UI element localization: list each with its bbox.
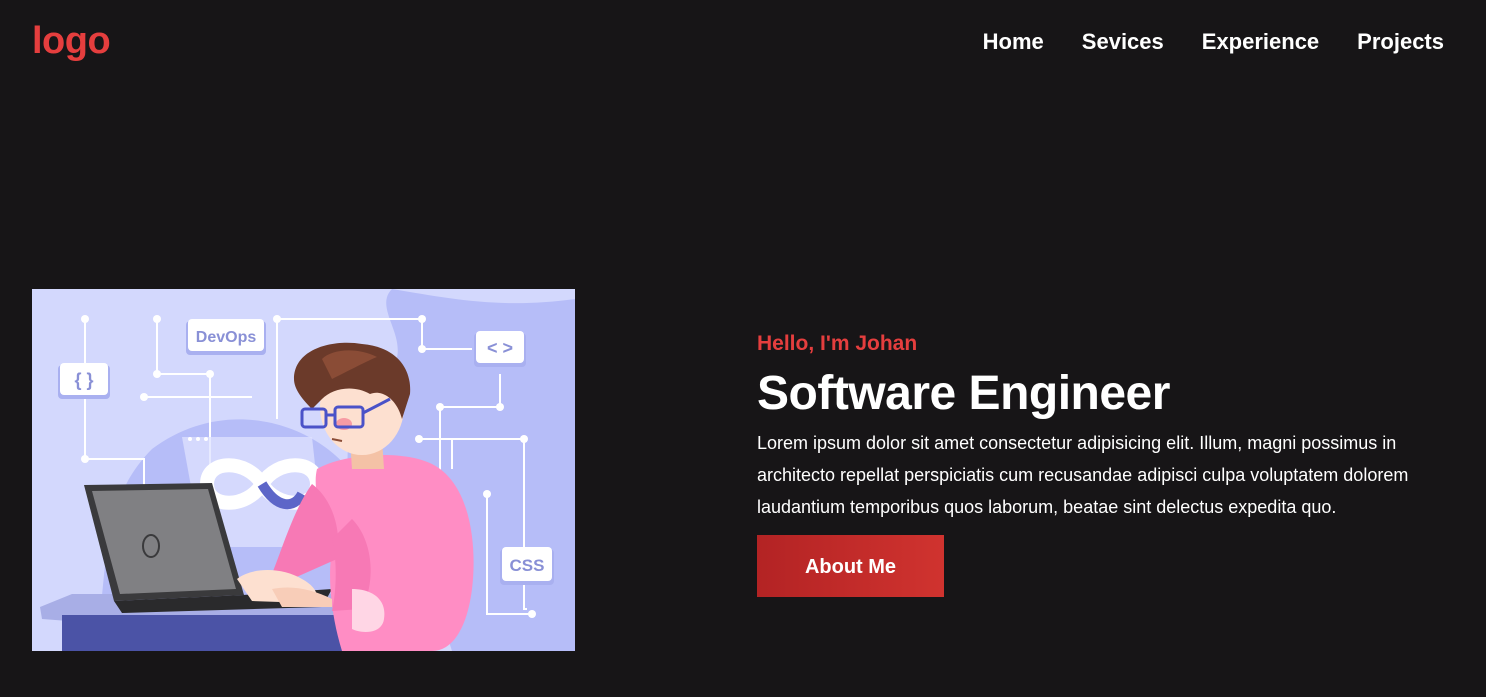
hero-text: Hello, I'm Johan Software Engineer Lorem…: [757, 332, 1477, 598]
svg-text:{ }: { }: [74, 370, 93, 390]
hero-illustration: DevOps { } < > CSS: [32, 289, 575, 651]
css-badge-icon: CSS: [500, 547, 554, 585]
svg-text:< >: < >: [487, 338, 513, 358]
devops-badge-icon: DevOps: [186, 319, 266, 355]
hero-greeting: Hello, I'm Johan: [757, 332, 918, 355]
nav-links: Home Sevices Experience Projects: [983, 29, 1444, 55]
nav-link-services[interactable]: Sevices: [1082, 29, 1164, 55]
svg-text:CSS: CSS: [510, 556, 545, 575]
nav-link-home[interactable]: Home: [983, 29, 1044, 55]
braces-badge-icon: { }: [58, 363, 110, 399]
page: logo Home Sevices Experience Projects De…: [0, 0, 1486, 697]
navbar: logo Home Sevices Experience Projects: [0, 0, 1486, 88]
nav-link-projects[interactable]: Projects: [1357, 29, 1444, 55]
hero-description: Lorem ipsum dolor sit amet consectetur a…: [757, 433, 1409, 518]
about-me-button[interactable]: About Me: [757, 535, 944, 598]
hero-title: Software Engineer: [757, 367, 1170, 420]
logo[interactable]: logo: [32, 20, 111, 63]
code-badge-icon: < >: [474, 331, 526, 367]
nav-link-experience[interactable]: Experience: [1202, 29, 1319, 55]
svg-text:DevOps: DevOps: [196, 329, 257, 346]
